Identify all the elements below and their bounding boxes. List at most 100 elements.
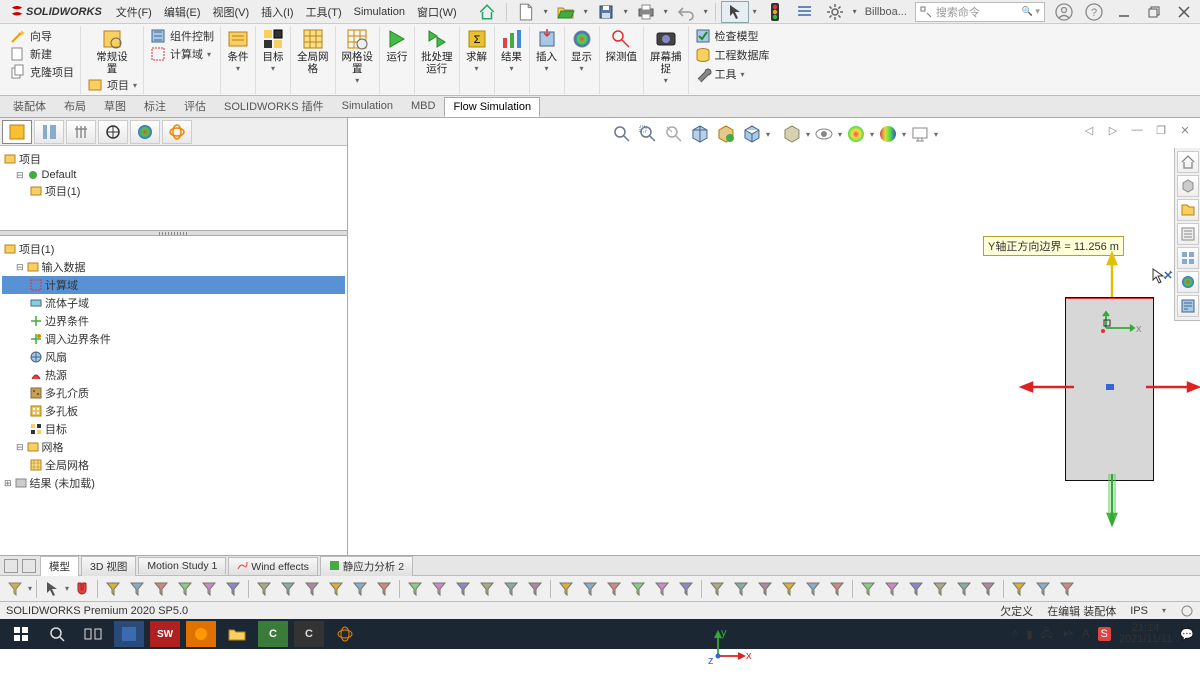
custom-props-pane-icon[interactable]: [1177, 295, 1199, 317]
filter-tool-icon[interactable]: [802, 578, 824, 600]
tree-node[interactable]: 计算域: [2, 276, 345, 294]
display-manager-tab-icon[interactable]: [130, 120, 160, 144]
filter-tool-icon[interactable]: [253, 578, 275, 600]
filter-tool-icon[interactable]: [404, 578, 426, 600]
property-manager-tab-icon[interactable]: [34, 120, 64, 144]
filter-tool-icon[interactable]: [524, 578, 546, 600]
taskbar-clock[interactable]: 21:14 2021/11/11: [1119, 623, 1172, 645]
feature-tree-tab-icon[interactable]: [2, 120, 32, 144]
resources-pane-icon[interactable]: [1177, 175, 1199, 197]
menu-item[interactable]: 编辑(E): [158, 2, 207, 22]
tree-root[interactable]: 项目: [2, 150, 345, 168]
filter-tool-icon[interactable]: [778, 578, 800, 600]
filter-tool-icon[interactable]: [349, 578, 371, 600]
sw-taskbar-icon[interactable]: SW: [150, 621, 180, 647]
filter-tool-icon[interactable]: [929, 578, 951, 600]
menu-item[interactable]: Simulation: [348, 4, 411, 20]
dimxpert-tab-icon[interactable]: [98, 120, 128, 144]
filter-tool-icon[interactable]: [627, 578, 649, 600]
new-project-button[interactable]: 新建: [10, 46, 74, 62]
command-tab[interactable]: 草图: [95, 94, 135, 117]
filter-tool-icon[interactable]: [706, 578, 728, 600]
section-view-icon[interactable]: [688, 122, 712, 146]
filter-tool-icon[interactable]: [428, 578, 450, 600]
general-settings-button[interactable]: 常规设 置: [87, 28, 137, 75]
project-button[interactable]: 项目▾: [87, 77, 137, 93]
filter-tool-icon[interactable]: [222, 578, 244, 600]
restore-icon[interactable]: [1142, 2, 1166, 22]
edit-appearance-icon[interactable]: [844, 122, 868, 146]
magnet-icon[interactable]: [71, 578, 93, 600]
tree-node[interactable]: 项目(1): [2, 182, 345, 200]
mesh-settings-button[interactable]: 网格设 置▾: [336, 26, 381, 94]
minimize-icon[interactable]: [1112, 2, 1136, 22]
filter-tool-icon[interactable]: [826, 578, 848, 600]
select-tool-icon[interactable]: [41, 578, 63, 600]
filter-tool-icon[interactable]: [102, 578, 124, 600]
zoom-fit-icon[interactable]: [610, 122, 634, 146]
dropdown-icon[interactable]: ▾: [702, 7, 710, 16]
view-palette-pane-icon[interactable]: [1177, 247, 1199, 269]
tree-node[interactable]: ⊟Default: [2, 168, 345, 182]
filter-tool-icon[interactable]: [754, 578, 776, 600]
next-view-icon[interactable]: ▷: [1104, 122, 1122, 138]
filter-tool-icon[interactable]: [857, 578, 879, 600]
dropdown-icon[interactable]: ▾: [582, 7, 590, 16]
dropdown-icon[interactable]: ▾: [542, 7, 550, 16]
display-button[interactable]: 显示▾: [565, 26, 600, 94]
menu-item[interactable]: 视图(V): [207, 2, 256, 22]
command-tab[interactable]: 布局: [55, 94, 95, 117]
filter-tool-icon[interactable]: [977, 578, 999, 600]
bottom-tab[interactable]: 模型: [40, 556, 79, 576]
configuration-tab-icon[interactable]: [66, 120, 96, 144]
user-icon[interactable]: [1052, 2, 1076, 22]
wizard-button[interactable]: 向导: [10, 28, 74, 44]
tree-node[interactable]: ⊟输入数据: [2, 258, 345, 276]
filter-tool-icon[interactable]: [730, 578, 752, 600]
filter-tool-icon[interactable]: [126, 578, 148, 600]
previous-view-icon[interactable]: [662, 122, 686, 146]
bottom-tab[interactable]: Motion Study 1: [138, 557, 226, 574]
filter-tool-icon[interactable]: [905, 578, 927, 600]
results-button[interactable]: 结果▾: [495, 26, 530, 94]
filter-icon[interactable]: [4, 578, 26, 600]
new-icon[interactable]: [512, 1, 540, 23]
menu-item[interactable]: 插入(I): [255, 2, 299, 22]
tree-node[interactable]: 热源: [2, 366, 345, 384]
settings-icon[interactable]: [821, 1, 849, 23]
status-expand-icon[interactable]: [1180, 604, 1194, 618]
tab-nav-next-icon[interactable]: [22, 559, 36, 573]
splitter[interactable]: [0, 230, 347, 236]
traffic-light-icon[interactable]: [761, 1, 789, 23]
undo-icon[interactable]: [672, 1, 700, 23]
project-tree-top[interactable]: 项目 ⊟Default 项目(1): [0, 146, 347, 230]
open-icon[interactable]: [552, 1, 580, 23]
x-pos-handle[interactable]: [1146, 382, 1198, 392]
dropdown-icon[interactable]: ▾: [622, 7, 630, 16]
tree-node[interactable]: 目标: [2, 420, 345, 438]
filter-tool-icon[interactable]: [277, 578, 299, 600]
tree-root[interactable]: 项目(1): [2, 240, 345, 258]
view-orientation-icon[interactable]: [740, 122, 764, 146]
filter-tool-icon[interactable]: [325, 578, 347, 600]
filter-tool-icon[interactable]: [1008, 578, 1030, 600]
filter-tool-icon[interactable]: [373, 578, 395, 600]
filter-tool-icon[interactable]: [651, 578, 673, 600]
help-icon[interactable]: ?: [1082, 2, 1106, 22]
search-taskbar-icon[interactable]: [42, 621, 72, 647]
tray-battery-icon[interactable]: ▮: [1027, 628, 1033, 641]
filter-tool-icon[interactable]: [301, 578, 323, 600]
filter-tool-icon[interactable]: [150, 578, 172, 600]
task-view-icon[interactable]: [78, 621, 108, 647]
command-tab[interactable]: Simulation: [333, 96, 402, 115]
filter-tool-icon[interactable]: [452, 578, 474, 600]
tree-node[interactable]: 风扇: [2, 348, 345, 366]
start-icon[interactable]: [6, 621, 36, 647]
select-icon[interactable]: [721, 1, 749, 23]
app-taskbar-icon[interactable]: C: [294, 621, 324, 647]
tools-button[interactable]: 工具▾: [695, 66, 770, 82]
dropdown-icon[interactable]: ▾: [851, 7, 859, 16]
filter-tool-icon[interactable]: [953, 578, 975, 600]
tree-node[interactable]: 流体子域: [2, 294, 345, 312]
filter-tool-icon[interactable]: [881, 578, 903, 600]
